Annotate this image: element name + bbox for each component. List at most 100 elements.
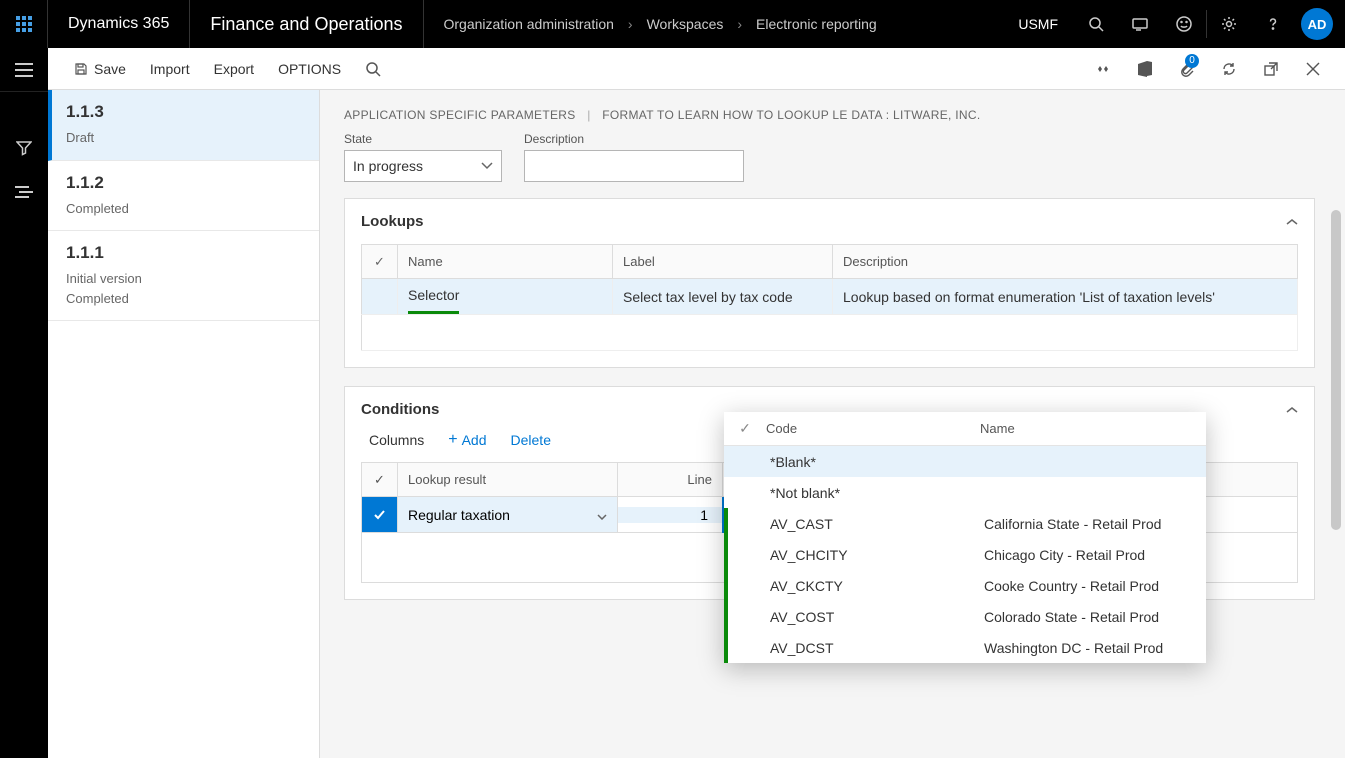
lookups-panel: Lookups ✓ Name Label Description Selecto… xyxy=(344,198,1315,368)
row-desc: Lookup based on format enumeration 'List… xyxy=(833,279,1298,315)
module-label[interactable]: Finance and Operations xyxy=(190,0,423,48)
lookups-table: ✓ Name Label Description Selector Select… xyxy=(361,244,1298,351)
lookup-cell[interactable]: Regular taxation xyxy=(398,497,618,533)
breadcrumb-item[interactable]: Organization administration xyxy=(444,16,614,32)
row-checkbox[interactable] xyxy=(362,279,398,315)
name-header[interactable]: Name xyxy=(398,245,613,279)
waffle-icon xyxy=(16,16,32,32)
breadcrumb-item[interactable]: Workspaces xyxy=(647,16,724,32)
version-meta: Initial version xyxy=(66,269,301,289)
lookups-title: Lookups xyxy=(361,213,424,230)
waffle-button[interactable] xyxy=(0,0,48,48)
actionbar-search-button[interactable] xyxy=(353,48,393,90)
description-input[interactable] xyxy=(524,150,744,182)
dropdown-header: ✓ Code Name xyxy=(724,412,1206,446)
dropdown-row[interactable]: AV_COSTColorado State - Retail Prod xyxy=(724,601,1206,632)
code-header[interactable]: Code xyxy=(760,421,980,436)
export-button[interactable]: Export xyxy=(202,48,266,90)
table-row[interactable]: Selector Select tax level by tax code Lo… xyxy=(362,279,1298,315)
help-icon[interactable] xyxy=(1251,0,1295,48)
line-cell[interactable]: 1 xyxy=(618,497,723,533)
filter-icon[interactable] xyxy=(0,126,48,170)
save-label: Save xyxy=(94,61,126,77)
attachments-icon[interactable]: 0 xyxy=(1169,48,1205,90)
save-icon xyxy=(74,62,88,76)
lookup-header[interactable]: Lookup result xyxy=(398,463,618,497)
version-status: Completed xyxy=(66,289,301,309)
chevron-up-icon xyxy=(1286,213,1298,230)
add-button[interactable]: +Add xyxy=(448,432,486,448)
options-button[interactable]: OPTIONS xyxy=(266,48,353,90)
version-status: Completed xyxy=(66,199,301,219)
columns-button[interactable]: Columns xyxy=(369,432,424,448)
lookups-header[interactable]: Lookups xyxy=(345,199,1314,244)
close-icon[interactable] xyxy=(1295,48,1331,90)
description-field: Description xyxy=(524,132,744,182)
dropdown-row[interactable]: *Not blank* xyxy=(724,477,1206,508)
dropdown-row[interactable]: AV_CASTCalifornia State - Retail Prod xyxy=(724,508,1206,539)
chevron-down-icon xyxy=(597,507,607,523)
row-label: Select tax level by tax code xyxy=(613,279,833,315)
select-all-header[interactable]: ✓ xyxy=(362,463,398,497)
select-all-header[interactable]: ✓ xyxy=(362,245,398,279)
version-item[interactable]: 1.1.1 Initial version Completed xyxy=(48,231,319,321)
row-name: Selector xyxy=(398,279,613,315)
messages-icon[interactable] xyxy=(1118,0,1162,48)
page-breadcrumb-format: FORMAT TO LEARN HOW TO LOOKUP LE DATA : … xyxy=(602,108,980,122)
version-number: 1.1.3 xyxy=(66,102,301,122)
actionbar-right: 0 xyxy=(1085,48,1331,90)
line-header[interactable]: Line xyxy=(618,463,723,497)
plus-icon: + xyxy=(448,432,457,448)
label-header[interactable]: Label xyxy=(613,245,833,279)
delete-button[interactable]: Delete xyxy=(511,432,551,448)
refresh-icon[interactable] xyxy=(1211,48,1247,90)
field-row: State In progress Description xyxy=(344,132,1315,182)
action-bar: Save Import Export OPTIONS 0 xyxy=(48,48,1345,90)
chevron-right-icon: › xyxy=(628,16,633,32)
version-item[interactable]: 1.1.3 Draft xyxy=(48,90,319,161)
search-icon xyxy=(365,61,381,77)
desc-header[interactable]: Description xyxy=(833,245,1298,279)
dropdown-row[interactable]: AV_CHCITYChicago City - Retail Prod xyxy=(724,539,1206,570)
search-icon[interactable] xyxy=(1074,0,1118,48)
chevron-up-icon xyxy=(1286,401,1298,418)
name-header[interactable]: Name xyxy=(980,421,1196,436)
version-number: 1.1.1 xyxy=(66,243,301,263)
state-select[interactable]: In progress xyxy=(344,150,502,182)
version-status: Draft xyxy=(66,128,301,148)
popout-icon[interactable] xyxy=(1253,48,1289,90)
dropdown-row[interactable]: *Blank* xyxy=(724,446,1206,477)
lookups-body: ✓ Name Label Description Selector Select… xyxy=(345,244,1314,367)
code-dropdown: ✓ Code Name *Blank* *Not blank* AV_CASTC… xyxy=(724,412,1206,663)
hamburger-button[interactable] xyxy=(0,48,48,92)
avatar[interactable]: AD xyxy=(1301,8,1333,40)
dropdown-row[interactable]: AV_CKCTYCooke Country - Retail Prod xyxy=(724,570,1206,601)
left-rail xyxy=(0,48,48,758)
version-list: 1.1.3 Draft 1.1.2 Completed 1.1.1 Initia… xyxy=(48,90,320,758)
import-button[interactable]: Import xyxy=(138,48,202,90)
connector-icon[interactable] xyxy=(1085,48,1121,90)
breadcrumb: Organization administration › Workspaces… xyxy=(424,0,1003,48)
select-all-header[interactable]: ✓ xyxy=(730,420,760,437)
smile-icon[interactable] xyxy=(1162,0,1206,48)
related-icon[interactable] xyxy=(0,170,48,214)
state-field: State In progress xyxy=(344,132,502,182)
office-icon[interactable] xyxy=(1127,48,1163,90)
new-rows-indicator xyxy=(724,508,728,663)
state-label: State xyxy=(344,132,502,146)
row-checkbox[interactable] xyxy=(362,497,398,533)
separator: | xyxy=(587,108,590,122)
dropdown-row[interactable]: AV_DCSTWashington DC - Retail Prod xyxy=(724,632,1206,663)
save-button[interactable]: Save xyxy=(62,48,138,90)
version-item[interactable]: 1.1.2 Completed xyxy=(48,161,319,232)
conditions-title: Conditions xyxy=(361,401,439,418)
page-breadcrumb-app: APPLICATION SPECIFIC PARAMETERS xyxy=(344,108,576,122)
page-breadcrumb: APPLICATION SPECIFIC PARAMETERS | FORMAT… xyxy=(344,108,1315,122)
version-number: 1.1.2 xyxy=(66,173,301,193)
topnav-right: USMF AD xyxy=(1002,0,1345,48)
company-label[interactable]: USMF xyxy=(1002,16,1074,32)
breadcrumb-item[interactable]: Electronic reporting xyxy=(756,16,877,32)
brand-label[interactable]: Dynamics 365 xyxy=(48,0,190,48)
scrollbar[interactable] xyxy=(1331,210,1341,530)
settings-icon[interactable] xyxy=(1207,0,1251,48)
